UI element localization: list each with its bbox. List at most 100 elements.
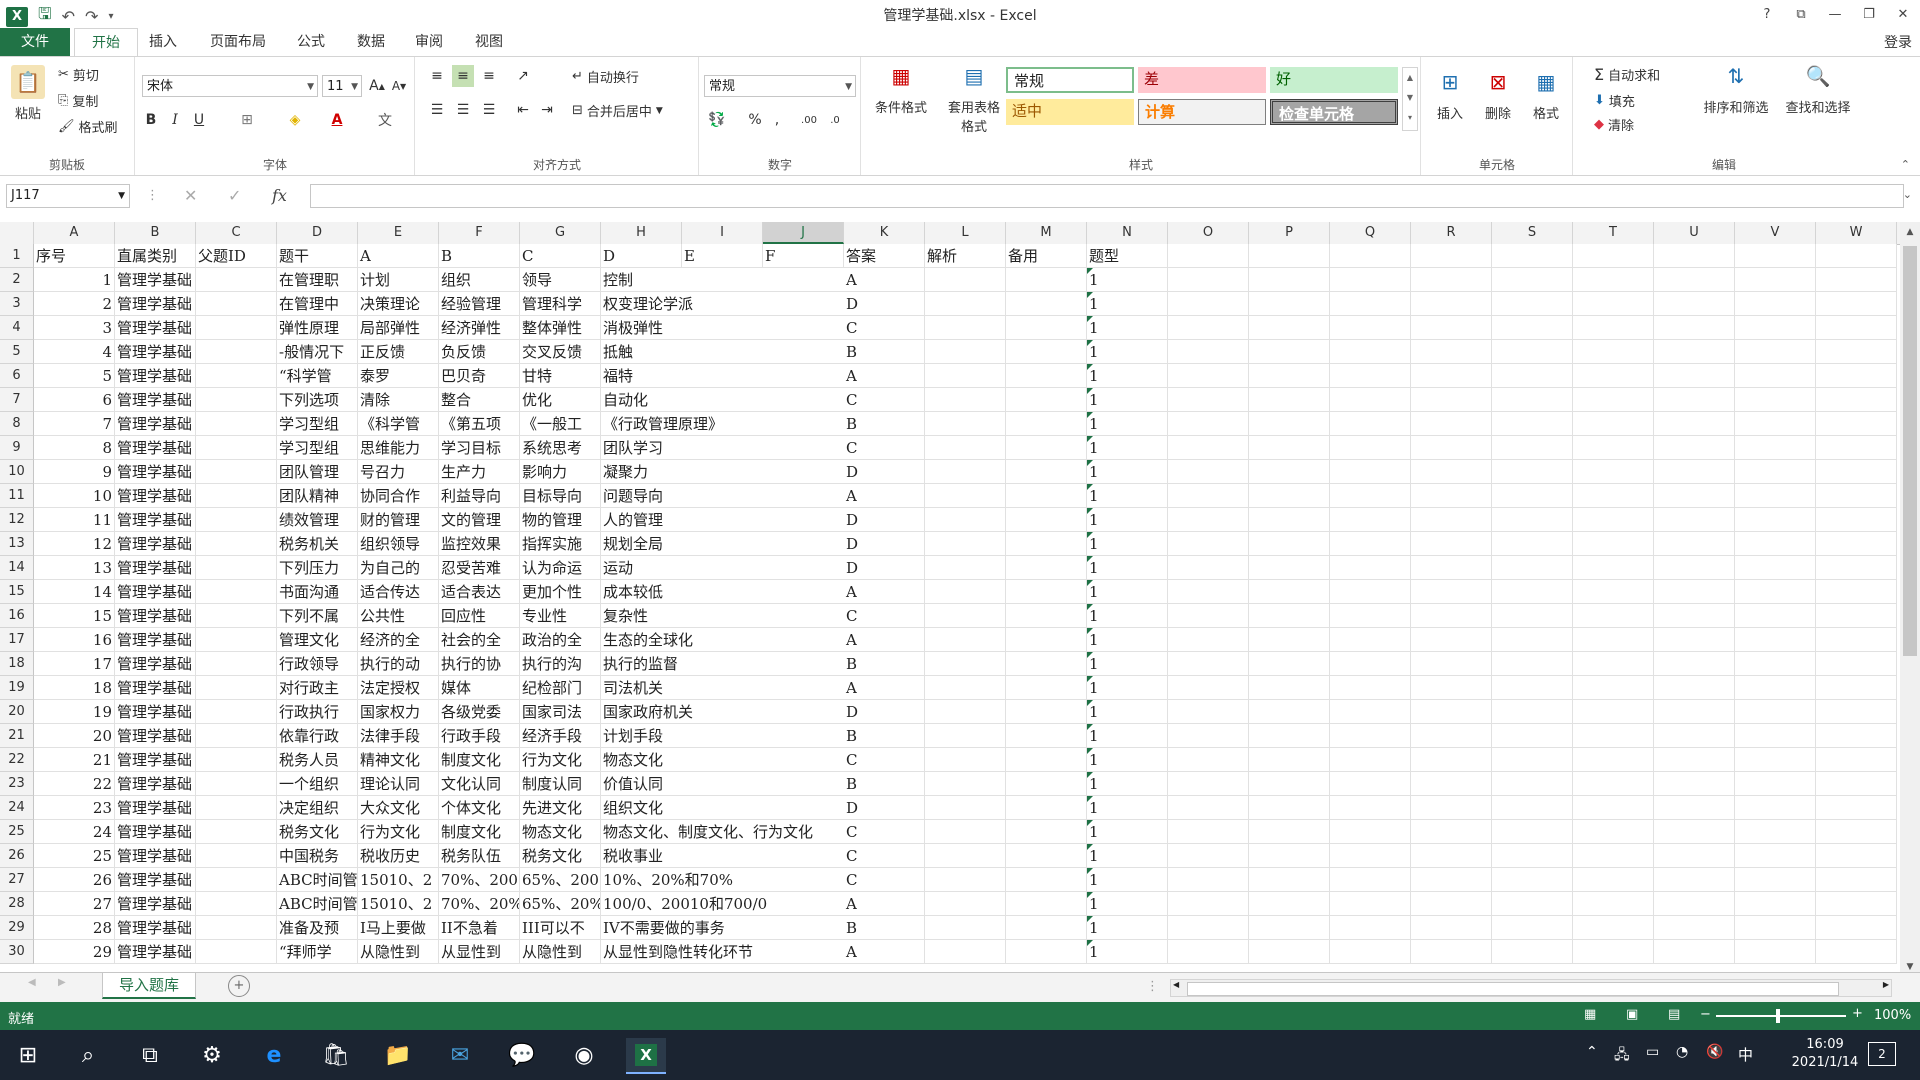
cell-answer[interactable]: A [844,268,925,292]
cell-spare[interactable] [1006,292,1087,316]
search-icon[interactable]: ⌕ [68,1038,108,1072]
empty-cell[interactable] [1168,340,1249,364]
empty-cell[interactable] [1249,604,1330,628]
empty-cell[interactable] [1573,748,1654,772]
sort-filter-button[interactable]: ⇅ 排序和筛选 [1696,59,1776,116]
cell-answer[interactable]: D [844,508,925,532]
empty-cell[interactable] [1411,868,1492,892]
cell-spare[interactable] [1006,532,1087,556]
cell-category[interactable]: 管理学基础 [115,604,196,628]
cell-stem[interactable]: -般情况下 [277,340,358,364]
font-color-icon[interactable]: A [326,109,348,131]
cell-answer[interactable]: D [844,292,925,316]
cell-answer[interactable]: C [844,868,925,892]
cell-option-c[interactable]: 政治的全 [520,628,601,652]
cell-analysis[interactable] [925,364,1006,388]
empty-cell[interactable] [1573,580,1654,604]
empty-cell[interactable] [1492,460,1573,484]
empty-cell[interactable] [1168,724,1249,748]
select-all-corner[interactable] [0,222,34,244]
align-right-icon[interactable]: ☰ [478,99,500,121]
cell-stem[interactable]: 行政领导 [277,652,358,676]
row-header[interactable]: 5 [0,340,34,364]
cell-analysis[interactable] [925,460,1006,484]
phonetic-icon[interactable]: 文 [374,109,396,131]
cell-option-c[interactable]: 影响力 [520,460,601,484]
style-calculation[interactable]: 计算 [1138,99,1266,125]
split-handle-icon[interactable]: ⋮ [1146,979,1159,994]
tab-formulas[interactable]: 公式 [288,28,334,56]
empty-cell[interactable] [1492,604,1573,628]
empty-cell[interactable] [1411,604,1492,628]
empty-cell[interactable] [1168,604,1249,628]
clear-button[interactable]: ◆ 清除 [1594,115,1634,134]
empty-cell[interactable] [1330,340,1411,364]
row-header[interactable]: 4 [0,316,34,340]
empty-cell[interactable] [1249,244,1330,268]
cell-stem[interactable]: 书面沟通 [277,580,358,604]
empty-cell[interactable] [1411,700,1492,724]
empty-cell[interactable] [1411,652,1492,676]
empty-cell[interactable] [1330,460,1411,484]
cell-option-c[interactable]: 指挥实施 [520,532,601,556]
cell-spare[interactable] [1006,628,1087,652]
cell-spare[interactable] [1006,868,1087,892]
restore-button[interactable]: ❐ [1852,0,1886,28]
cell-category[interactable]: 管理学基础 [115,532,196,556]
cell-option-b[interactable]: 行政手段 [439,724,520,748]
cell-option-b[interactable]: 社会的全 [439,628,520,652]
cell-option-b[interactable]: 制度文化 [439,748,520,772]
empty-cell[interactable] [1816,916,1897,940]
cell-category[interactable]: 管理学基础 [115,772,196,796]
cell-option-b[interactable]: 学习目标 [439,436,520,460]
cell-seq[interactable]: 19 [34,700,115,724]
cell-answer[interactable]: D [844,532,925,556]
empty-cell[interactable] [1654,580,1735,604]
cell-category[interactable]: 管理学基础 [115,628,196,652]
cell-answer[interactable]: B [844,724,925,748]
column-header-s[interactable]: S [1492,222,1573,244]
settings-gear-icon[interactable]: ⚙ [192,1038,232,1072]
cell-analysis[interactable] [925,556,1006,580]
cell-option-c[interactable]: 先进文化 [520,796,601,820]
empty-cell[interactable] [1168,940,1249,964]
cell-option-c[interactable]: 行为文化 [520,748,601,772]
cell-answer[interactable]: B [844,652,925,676]
empty-cell[interactable] [1573,724,1654,748]
mail-icon[interactable]: ✉ [440,1038,480,1072]
cell-analysis[interactable] [925,436,1006,460]
cell-stem[interactable]: 税务文化 [277,820,358,844]
tab-review[interactable]: 审阅 [406,28,452,56]
empty-cell[interactable] [1816,940,1897,964]
cell-type[interactable]: 1 [1087,556,1168,580]
empty-cell[interactable] [1411,436,1492,460]
cell-option-b[interactable]: 制度文化 [439,820,520,844]
empty-cell[interactable] [1411,532,1492,556]
cell-option-d[interactable]: 物态文化 [601,748,844,772]
cell-option-b[interactable]: 70%、200 [439,868,520,892]
formula-input[interactable] [310,184,1904,208]
battery-icon[interactable]: ▭ [1646,1044,1659,1060]
sign-in-link[interactable]: 登录 [1884,32,1912,52]
cell-parent-id[interactable] [196,700,277,724]
cell-parent-id[interactable] [196,484,277,508]
cell-spare[interactable] [1006,916,1087,940]
cell-option-a[interactable]: 执行的动 [358,652,439,676]
cell-option-a[interactable]: 号召力 [358,460,439,484]
tab-file[interactable]: 文件 [0,28,70,56]
cell-option-d[interactable]: 控制 [601,268,844,292]
cell-category[interactable]: 管理学基础 [115,796,196,820]
row-header[interactable]: 16 [0,604,34,628]
empty-cell[interactable] [1816,532,1897,556]
empty-cell[interactable] [1735,340,1816,364]
tab-view[interactable]: 视图 [466,28,512,56]
style-neutral[interactable]: 适中 [1006,99,1134,125]
cell-seq[interactable]: 8 [34,436,115,460]
cell-option-b[interactable]: 文化认同 [439,772,520,796]
cell-type[interactable]: 1 [1087,388,1168,412]
empty-cell[interactable] [1492,292,1573,316]
cell-category[interactable]: 管理学基础 [115,268,196,292]
empty-cell[interactable] [1816,892,1897,916]
empty-cell[interactable] [1492,844,1573,868]
cell-analysis[interactable] [925,868,1006,892]
